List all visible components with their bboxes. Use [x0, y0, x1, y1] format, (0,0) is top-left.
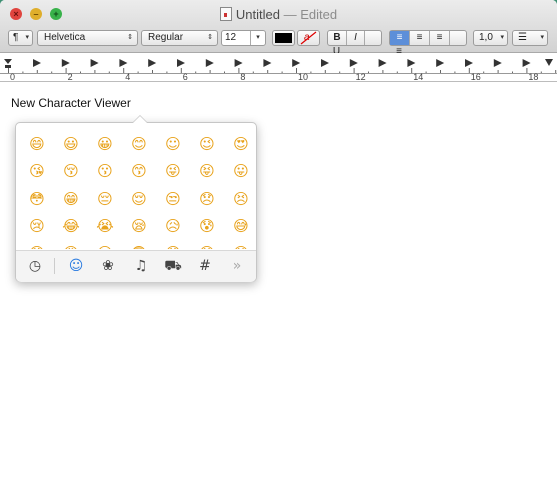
- emoji-cell[interactable]: 😨: [130, 244, 148, 249]
- emoji-cell[interactable]: 😅: [232, 217, 250, 235]
- ruler-label: 10: [298, 72, 308, 81]
- ruler-label: 6: [183, 72, 188, 81]
- emoji-cell[interactable]: 😱: [164, 244, 182, 249]
- emoji-cell[interactable]: 😔: [96, 190, 114, 208]
- text-color-well[interactable]: [272, 30, 295, 46]
- align-right-button[interactable]: ≡: [430, 31, 450, 45]
- font-family-select[interactable]: Helvetica ⇕: [37, 30, 138, 46]
- emoji-cell[interactable]: 😞: [198, 190, 216, 208]
- title-bar: × – + Untitled — Edited ¶ ▾ Helvetica ⇕ Re…: [0, 0, 557, 57]
- emoji-cell[interactable]: 😰: [198, 217, 216, 235]
- chevron-down-icon: ▾: [500, 34, 504, 41]
- document-text[interactable]: New Character Viewer: [11, 96, 131, 110]
- document-icon: [219, 7, 232, 21]
- highlight-color-well[interactable]: a: [297, 30, 320, 46]
- emoji-cell[interactable]: 😀: [96, 135, 114, 153]
- emoji-cell[interactable]: 😜: [164, 162, 182, 180]
- emoji-cell[interactable]: 😫: [96, 244, 114, 249]
- text-color-swatch: [275, 33, 292, 43]
- ruler-label: 4: [125, 72, 130, 81]
- document-name: Untitled: [235, 7, 280, 22]
- align-left-button[interactable]: ≡: [390, 31, 410, 45]
- emoji-cell[interactable]: 😄: [28, 135, 46, 153]
- paragraph-styles-button[interactable]: ¶ ▾: [8, 30, 33, 46]
- bold-button[interactable]: B: [328, 31, 347, 45]
- stepper-arrows-icon: ⇕: [127, 34, 133, 41]
- ruler-label: 12: [356, 72, 366, 81]
- emoji-cell[interactable]: 😪: [130, 217, 148, 235]
- bell-icon[interactable]: ♫: [131, 256, 151, 276]
- align-center-button[interactable]: ≡: [410, 31, 430, 45]
- ruler[interactable]: 0 2 4 6 8 10 12 14 16 18: [0, 53, 557, 82]
- emoji-cell[interactable]: 😒: [164, 190, 182, 208]
- emoji-cell[interactable]: 😘: [28, 162, 46, 180]
- emoji-cell[interactable]: 😁: [62, 190, 80, 208]
- ruler-label: 14: [413, 72, 423, 81]
- emoji-cell[interactable]: 😂: [62, 217, 80, 235]
- window-title: Untitled — Edited: [0, 7, 557, 22]
- emoji-grid: 😄 😃 😀 😊 ☺ 😉 😍 😘 😚 😗 😙 😜 😝 😛 😳 😁 😔 😌 😒 😞 😣 😢 😂 😭 😪 😥 😰 😅 😓 😩 😫 😨 😱 😠 😡: [16, 127, 256, 249]
- emoji-cell[interactable]: 😡: [232, 244, 250, 249]
- strike-slash-icon: [300, 31, 317, 45]
- category-divider: [54, 258, 55, 274]
- emoji-cell[interactable]: 😳: [28, 190, 46, 208]
- stepper-arrows-icon: ⇕: [207, 34, 213, 41]
- ruler-label: 2: [68, 72, 73, 81]
- ruler-label: 8: [240, 72, 245, 81]
- ruler-label: 0: [10, 72, 15, 81]
- emoji-cell[interactable]: 😗: [96, 162, 114, 180]
- flower-icon[interactable]: ❀: [98, 256, 118, 276]
- textedit-window: × – + Untitled — Edited ¶ ▾ Helvetica ⇕ Re…: [0, 0, 557, 477]
- emoji-cell[interactable]: 😚: [62, 162, 80, 180]
- alignment-group: ≡ ≡ ≡≡: [389, 30, 467, 57]
- character-viewer-popover: 😄 😃 😀 😊 ☺ 😉 😍 😘 😚 😗 😙 😜 😝 😛 😳 😁 😔 😌 😒 😞 😣 😢 😂 😭 😪 😥 😰 😅 😓 😩 😫 😨 😱 😠 😡 ◷ ☺ ❀ ♫…: [15, 115, 257, 282]
- chevron-down-icon[interactable]: ▾: [250, 31, 265, 45]
- ruler-label: 18: [528, 72, 538, 81]
- emoji-cell[interactable]: 😍: [232, 135, 250, 153]
- emoji-cell[interactable]: 😢: [28, 217, 46, 235]
- text-style-group: B IU: [327, 30, 382, 57]
- chevron-down-icon: ▾: [25, 34, 29, 41]
- smiley-icon[interactable]: ☺: [66, 256, 86, 276]
- emoji-cell[interactable]: 😌: [130, 190, 148, 208]
- ruler-scale: 0 2 4 6 8 10 12 14 16 18: [0, 59, 557, 81]
- line-spacing-select[interactable]: 1,0 ▾: [473, 30, 508, 46]
- emoji-cell[interactable]: 😙: [130, 162, 148, 180]
- emoji-cell[interactable]: 😓: [28, 244, 46, 249]
- emoji-cell[interactable]: 😥: [164, 217, 182, 235]
- car-icon[interactable]: ⛟: [163, 256, 183, 276]
- edited-status: — Edited: [283, 7, 338, 22]
- more-chevron-icon[interactable]: »: [227, 256, 247, 276]
- emoji-cell[interactable]: 😛: [232, 162, 250, 180]
- emoji-cell[interactable]: 😝: [198, 162, 216, 180]
- list-icon: ☰: [518, 32, 527, 43]
- italic-button[interactable]: I: [347, 31, 365, 45]
- chevron-down-icon: ▾: [540, 34, 544, 41]
- recent-clock-icon[interactable]: ◷: [25, 256, 45, 276]
- emoji-cell[interactable]: 😩: [62, 244, 80, 249]
- font-size-field[interactable]: 12: [225, 31, 236, 45]
- category-bar: ◷ ☺ ❀ ♫ ⛟ # »: [16, 250, 256, 282]
- list-bullets-select[interactable]: ☰ ▾: [512, 30, 548, 46]
- symbols-icon[interactable]: #: [195, 256, 215, 276]
- emoji-cell[interactable]: 😭: [96, 217, 114, 235]
- emoji-cell[interactable]: ☺: [164, 135, 182, 153]
- emoji-cell[interactable]: 😃: [62, 135, 80, 153]
- font-style-select[interactable]: Regular ⇕: [141, 30, 218, 46]
- emoji-cell[interactable]: 😉: [198, 135, 216, 153]
- emoji-cell[interactable]: 😣: [232, 190, 250, 208]
- emoji-cell[interactable]: 😊: [130, 135, 148, 153]
- popover-arrow: [132, 115, 148, 123]
- ruler-label: 16: [471, 72, 481, 81]
- font-size-combo[interactable]: 12 ▾: [221, 30, 266, 46]
- emoji-cell[interactable]: 😠: [198, 244, 216, 249]
